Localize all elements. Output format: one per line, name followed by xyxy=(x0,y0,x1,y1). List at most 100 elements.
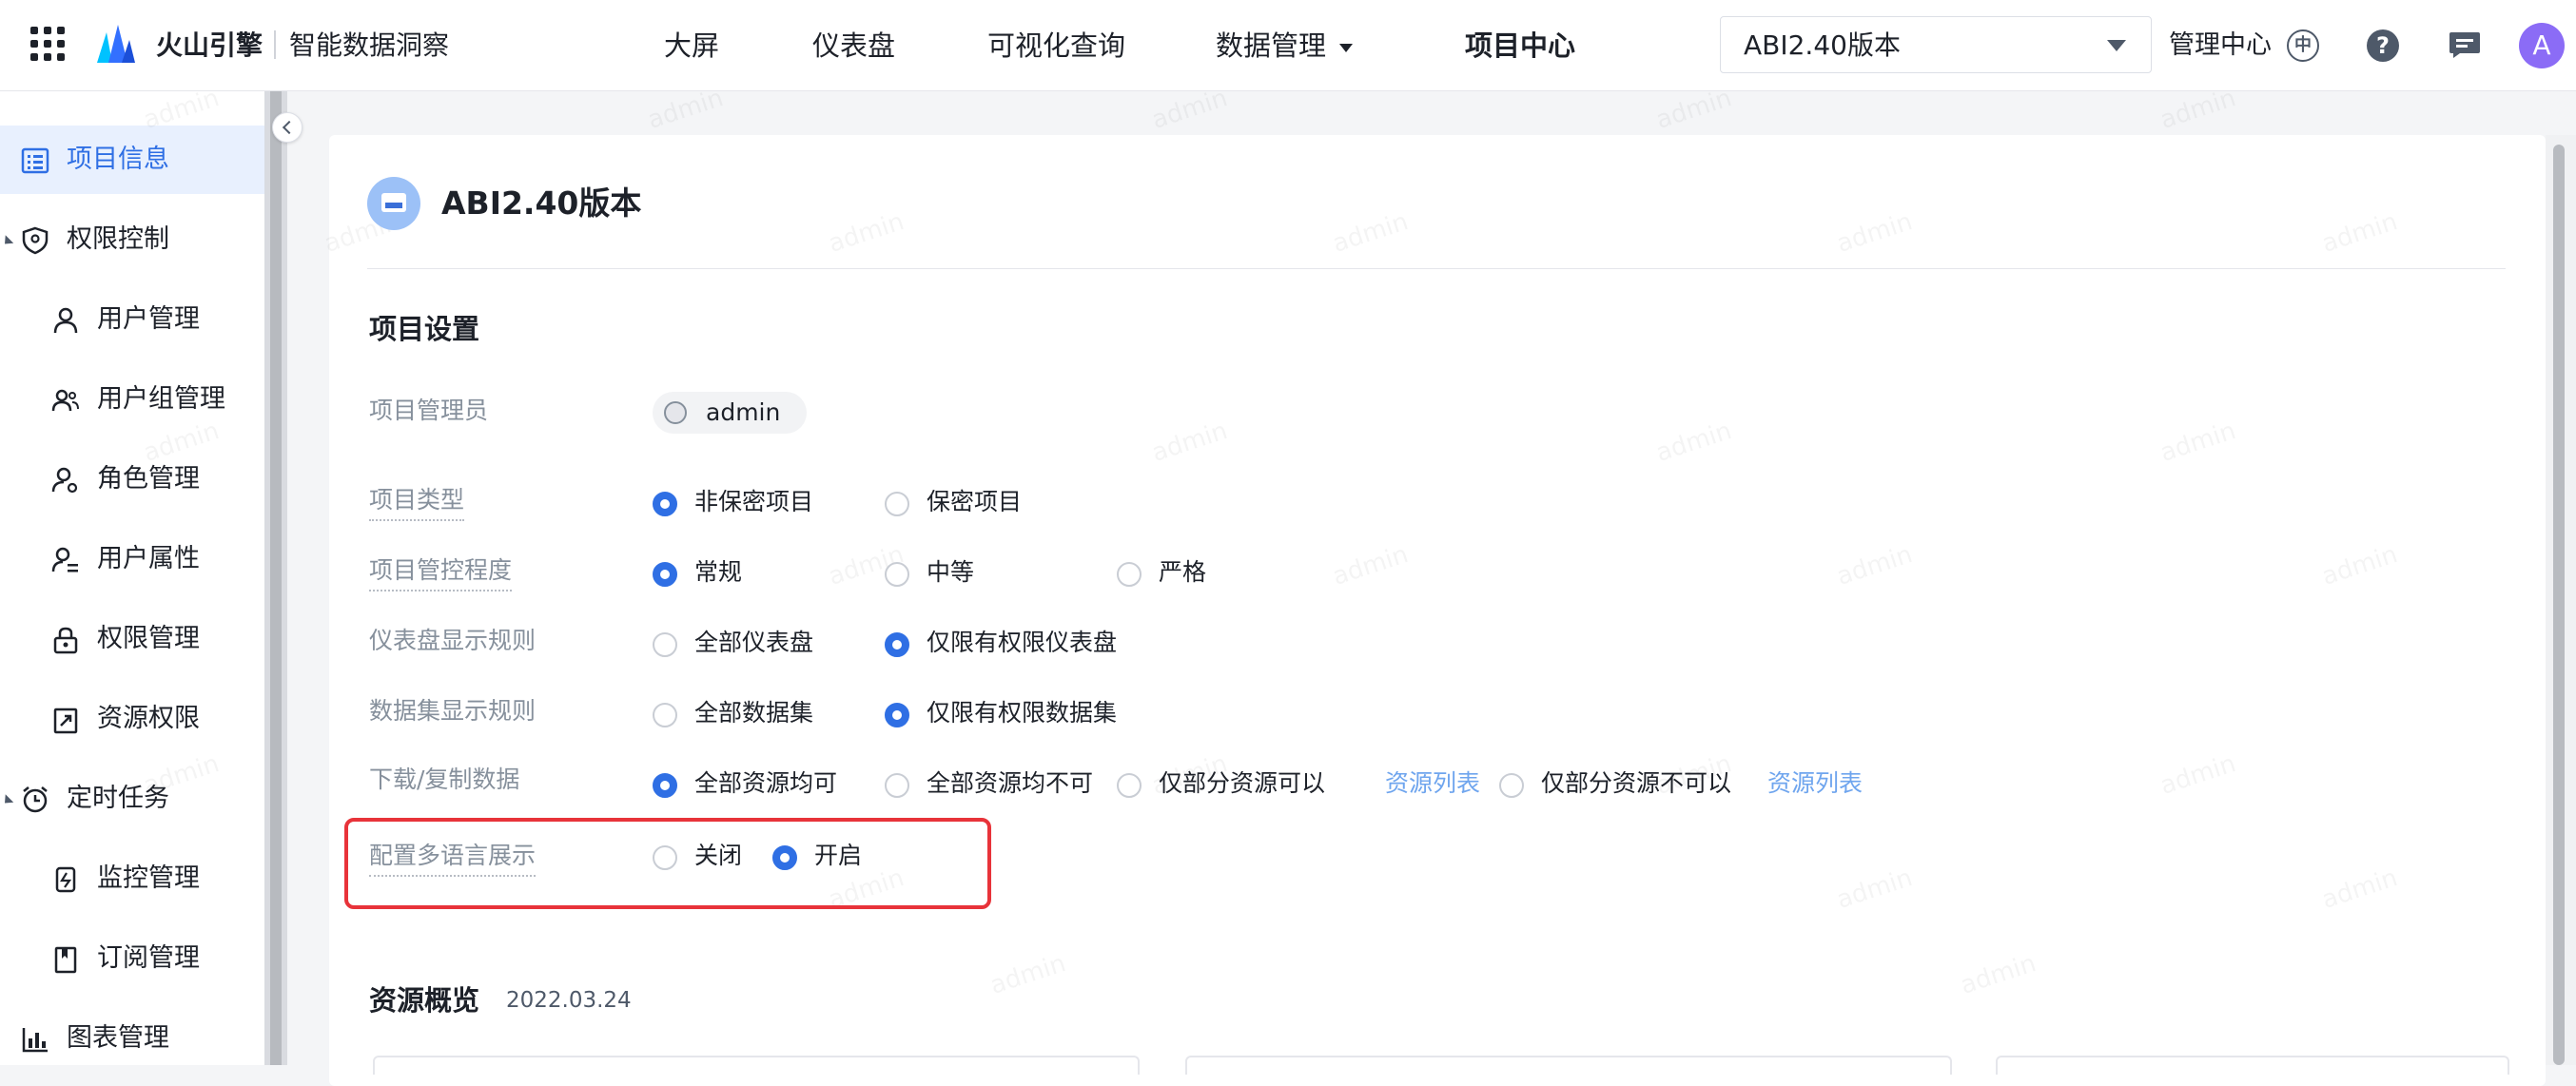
sidebar-scrollbar[interactable] xyxy=(270,91,282,1065)
nav-data-management[interactable]: 数据管理 xyxy=(1216,27,1354,65)
project-avatar-icon xyxy=(367,177,420,230)
radio-label: 全部仪表盘 xyxy=(694,629,814,656)
sidebar-item-project-info[interactable]: 项目信息 xyxy=(0,126,264,194)
radio-unchecked-icon xyxy=(1117,562,1142,587)
radio-label: 关闭 xyxy=(694,842,743,869)
radio-checked-icon xyxy=(885,703,909,727)
label-download-copy: 下载/复制数据 xyxy=(369,766,520,793)
radio-permitted-dashboards[interactable]: 仅限有权限仪表盘 xyxy=(885,624,1132,662)
radio-label: 保密项目 xyxy=(927,488,1023,515)
sidebar-item-label: 项目信息 xyxy=(67,145,169,174)
radio-control-medium[interactable]: 中等 xyxy=(885,553,980,591)
sidebar-item-label: 权限管理 xyxy=(97,624,200,653)
sidebar-item-label: 用户组管理 xyxy=(97,384,225,414)
sidebar-item-user-attributes[interactable]: 用户属性 xyxy=(0,525,264,593)
radio-unchecked-icon xyxy=(653,703,677,727)
nav-visual-query[interactable]: 可视化查询 xyxy=(987,27,1125,65)
radio-label: 全部数据集 xyxy=(694,699,814,727)
sidebar-item-resource-permission[interactable]: 资源权限 xyxy=(0,685,264,753)
overview-date: 2022.03.24 xyxy=(506,988,632,1013)
radio-multilang-on[interactable]: 开启 xyxy=(772,837,868,875)
radio-label: 仅限有权限数据集 xyxy=(927,699,1118,727)
brand-name: 火山引擎 xyxy=(156,29,263,61)
product-name: 智能数据洞察 xyxy=(289,29,450,61)
title-divider xyxy=(367,268,2506,269)
radio-confidential[interactable]: 保密项目 xyxy=(885,483,1037,521)
radio-control-strict[interactable]: 严格 xyxy=(1117,553,1212,591)
sidebar-group-permission-control[interactable]: 权限控制 xyxy=(0,205,264,274)
sidebar-item-label: 监控管理 xyxy=(97,863,200,893)
user-avatar[interactable]: A xyxy=(2519,23,2565,68)
sidebar-collapse-button[interactable] xyxy=(272,112,302,143)
alarm-icon xyxy=(23,786,48,813)
radio-unchecked-icon xyxy=(885,492,909,516)
sidebar-group-scheduled-tasks[interactable]: 定时任务 xyxy=(0,765,264,833)
radio-all-resources-denied[interactable]: 全部资源均不可 xyxy=(885,765,1094,803)
sidebar-item-label: 角色管理 xyxy=(97,464,200,494)
sidebar-item-role-management[interactable]: 角色管理 xyxy=(0,445,264,514)
project-card xyxy=(329,135,2546,1086)
nav-data-management-label: 数据管理 xyxy=(1216,29,1327,62)
radio-label: 仅部分资源不可以 xyxy=(1541,769,1732,797)
nav-dashboard[interactable]: 仪表盘 xyxy=(812,27,895,65)
language-icon[interactable]: 中 xyxy=(2287,29,2319,62)
label-multilang[interactable]: 配置多语言展示 xyxy=(369,839,537,877)
overview-card xyxy=(1185,1056,1952,1075)
radio-label: 严格 xyxy=(1159,558,1207,586)
sidebar-item-subscription-management[interactable]: 订阅管理 xyxy=(0,924,264,993)
radio-unchecked-icon xyxy=(1499,773,1524,798)
radio-some-resources-denied[interactable]: 仅部分资源不可以 xyxy=(1499,765,1731,803)
share-icon xyxy=(53,708,78,734)
message-icon[interactable] xyxy=(2449,30,2481,59)
resource-list-link-denied[interactable]: 资源列表 xyxy=(1767,766,1863,801)
nav-dashboard-screen[interactable]: 大屏 xyxy=(664,27,719,65)
nav-project-center[interactable]: 项目中心 xyxy=(1465,27,1575,65)
resource-list-link-allowed[interactable]: 资源列表 xyxy=(1385,766,1480,801)
section-title-overview: 资源概览 xyxy=(369,984,480,1017)
radio-non-confidential[interactable]: 非保密项目 xyxy=(653,483,843,521)
sidebar-item-permission-management[interactable]: 权限管理 xyxy=(0,605,264,673)
sidebar-item-user-management[interactable]: 用户管理 xyxy=(0,285,264,354)
user-icon xyxy=(53,307,78,334)
radio-checked-icon xyxy=(653,773,677,798)
project-select-value: ABI2.40版本 xyxy=(1744,29,1901,61)
radio-checked-icon xyxy=(653,492,677,516)
radio-unchecked-icon xyxy=(653,845,677,870)
radio-control-normal[interactable]: 常规 xyxy=(653,553,748,591)
radio-some-resources-allowed[interactable]: 仅部分资源可以 xyxy=(1117,765,1326,803)
lock-icon xyxy=(53,627,78,654)
radio-permitted-datasets[interactable]: 仅限有权限数据集 xyxy=(885,694,1132,732)
sidebar-item-chart-management[interactable]: 图表管理 xyxy=(0,1004,264,1073)
sidebar-item-user-group-management[interactable]: 用户组管理 xyxy=(0,365,264,434)
main-scrollbar[interactable] xyxy=(2546,135,2576,1065)
user-attr-icon xyxy=(51,547,78,572)
radio-unchecked-icon xyxy=(1117,773,1142,798)
admin-user-chip[interactable]: admin xyxy=(653,392,807,434)
volcano-logo-icon xyxy=(97,25,135,63)
section-title-settings: 项目设置 xyxy=(369,313,480,345)
radio-unchecked-icon xyxy=(885,562,909,587)
radio-label: 中等 xyxy=(927,558,975,586)
admin-name: admin xyxy=(706,398,781,426)
radio-multilang-off[interactable]: 关闭 xyxy=(653,837,748,875)
radio-all-dashboards[interactable]: 全部仪表盘 xyxy=(653,624,843,662)
sidebar-item-label: 资源权限 xyxy=(97,704,200,733)
help-icon[interactable]: ? xyxy=(2367,29,2399,62)
admin-center-link[interactable]: 管理中心 xyxy=(2169,27,2272,65)
sidebar-item-label: 用户管理 xyxy=(97,304,200,334)
sidebar-item-monitor-management[interactable]: 监控管理 xyxy=(0,844,264,913)
project-select[interactable]: ABI2.40版本 xyxy=(1720,16,2152,73)
watermark: admin xyxy=(1148,84,1231,135)
radio-unchecked-icon xyxy=(653,632,677,657)
label-project-type[interactable]: 项目类型 xyxy=(369,483,465,521)
label-control-level[interactable]: 项目管控程度 xyxy=(369,553,513,591)
monitor-icon xyxy=(55,866,76,893)
radio-all-datasets[interactable]: 全部数据集 xyxy=(653,694,843,732)
radio-all-resources-allowed[interactable]: 全部资源均可 xyxy=(653,765,862,803)
bar-chart-icon xyxy=(22,1028,48,1053)
radio-label: 仅部分资源可以 xyxy=(1159,769,1326,797)
app-grid-icon[interactable] xyxy=(30,27,65,61)
bookmark-icon xyxy=(54,946,77,974)
main-scrollbar-thumb[interactable] xyxy=(2553,145,2565,1065)
sidebar-item-label: 图表管理 xyxy=(67,1023,169,1053)
